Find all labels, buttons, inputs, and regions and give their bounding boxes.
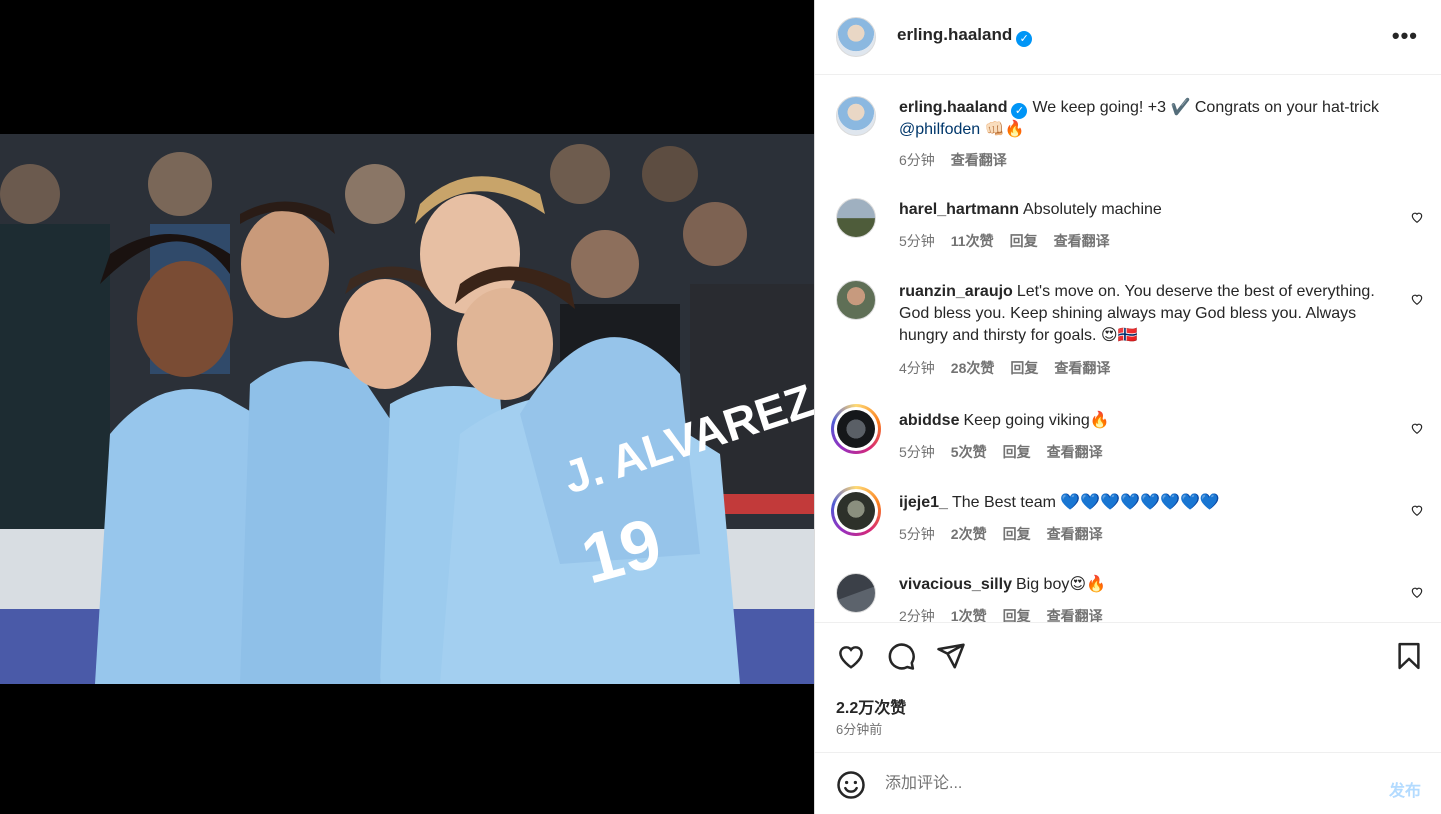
comment-meta: 2分钟 1次赞 回复 查看翻译 xyxy=(899,606,1119,622)
caption-emoji: 👊🏻🔥 xyxy=(984,121,1025,138)
reply-button[interactable]: 回复 xyxy=(1003,444,1031,460)
comment-body: Keep going viking🔥 xyxy=(963,412,1110,429)
comment-text: ijeje1_ The Best team 💙💙💙💙💙💙💙💙 xyxy=(899,492,1396,514)
more-options-icon[interactable]: ••• xyxy=(1392,25,1418,47)
comment-time: 2分钟 xyxy=(899,608,935,622)
comment-time: 5分钟 xyxy=(899,526,935,542)
comment-time: 4分钟 xyxy=(899,360,935,376)
comment-icon[interactable] xyxy=(886,641,916,671)
comment-avatar[interactable] xyxy=(836,198,876,238)
comment-likes[interactable]: 1次赞 xyxy=(951,608,987,622)
post-header: erling.haaland ✓ ••• xyxy=(815,0,1441,75)
heart-icon[interactable] xyxy=(1410,210,1424,224)
translate-button[interactable]: 查看翻译 xyxy=(1047,526,1103,542)
celebration-photo-illustration: J. ALVAREZ 19 xyxy=(0,134,814,684)
comment-meta: 5分钟 2次赞 回复 查看翻译 xyxy=(899,524,1119,544)
caption-author-avatar[interactable] xyxy=(836,96,876,136)
comment-username[interactable]: abiddse xyxy=(899,412,959,429)
comment-likes[interactable]: 28次赞 xyxy=(951,360,995,376)
comment-avatar[interactable] xyxy=(836,573,876,613)
caption-time[interactable]: 6分钟 xyxy=(899,152,935,168)
verified-badge-icon: ✓ xyxy=(1016,31,1033,47)
comment-time: 5分钟 xyxy=(899,444,935,460)
comment-body: Absolutely machine xyxy=(1023,201,1162,218)
comment-body: The Best team 💙💙💙💙💙💙💙💙 xyxy=(951,494,1220,511)
verified-badge-icon: ✓ xyxy=(1011,103,1028,119)
bookmark-icon[interactable] xyxy=(1394,641,1424,671)
reply-button[interactable]: 回复 xyxy=(1003,526,1031,542)
caption-author-username[interactable]: erling.haaland xyxy=(899,99,1007,116)
comment-input[interactable] xyxy=(885,767,1365,801)
post-side-panel: erling.haaland ✓ ••• erling.haaland ✓ We ke… xyxy=(814,0,1441,814)
comment-text: abiddse Keep going viking🔥 xyxy=(899,410,1396,432)
comment-meta: 5分钟 5次赞 回复 查看翻译 xyxy=(899,442,1119,462)
post-timestamp[interactable]: 6分钟前 xyxy=(836,719,882,738)
translate-button[interactable]: 查看翻译 xyxy=(1054,233,1110,249)
caption-meta: 6分钟 查看翻译 xyxy=(899,150,1023,170)
caption-text: erling.haaland ✓ We keep going! +3 ✔️ Cong… xyxy=(899,97,1396,141)
comment-composer: 发布 xyxy=(815,752,1441,814)
heart-icon[interactable] xyxy=(836,641,866,671)
comment-avatar[interactable] xyxy=(836,280,876,320)
translate-button[interactable]: 查看翻译 xyxy=(1054,360,1110,376)
comment-username[interactable]: ruanzin_araujo xyxy=(899,283,1013,300)
heart-icon[interactable] xyxy=(1410,585,1424,599)
share-icon[interactable] xyxy=(936,641,966,671)
caption-body: We keep going! +3 ✔️ Congrats on your ha… xyxy=(1032,99,1379,116)
comment-text: ruanzin_araujo Let's move on. You deserve… xyxy=(899,281,1396,347)
reply-button[interactable]: 回复 xyxy=(1003,608,1031,622)
author-avatar[interactable] xyxy=(836,17,876,57)
translate-button[interactable]: 查看翻译 xyxy=(1047,444,1103,460)
reply-button[interactable]: 回复 xyxy=(1010,233,1038,249)
story-ring[interactable] xyxy=(831,486,881,536)
comment-username[interactable]: ijeje1_ xyxy=(899,494,948,511)
comment-meta: 5分钟 11次赞 回复 查看翻译 xyxy=(899,231,1126,251)
post-comment-button[interactable]: 发布 xyxy=(1389,777,1421,801)
author-username-row[interactable]: erling.haaland ✓ xyxy=(897,25,1033,47)
comment-avatar xyxy=(837,492,875,530)
likes-count[interactable]: 2.2万次赞 xyxy=(836,694,906,718)
comment-text: vivacious_silly Big boy😍🔥 xyxy=(899,574,1396,596)
heart-icon[interactable] xyxy=(1410,421,1424,435)
comments-list[interactable]: erling.haaland ✓ We keep going! +3 ✔️ Cong… xyxy=(815,76,1441,622)
story-ring[interactable] xyxy=(831,404,881,454)
emoji-icon[interactable] xyxy=(836,770,866,800)
comment-text: harel_hartmann Absolutely machine xyxy=(899,199,1396,221)
comment-likes[interactable]: 2次赞 xyxy=(951,526,987,542)
post-photo[interactable]: J. ALVAREZ 19 xyxy=(0,134,814,684)
translate-button[interactable]: 查看翻译 xyxy=(1047,608,1103,622)
comment-meta: 4分钟 28次赞 回复 查看翻译 xyxy=(899,358,1126,378)
comment-time: 5分钟 xyxy=(899,233,935,249)
caption-mention[interactable]: @philfoden xyxy=(899,121,980,138)
heart-icon[interactable] xyxy=(1410,292,1424,306)
caption-translate[interactable]: 查看翻译 xyxy=(951,152,1007,168)
comment-body: Big boy😍🔥 xyxy=(1015,576,1106,593)
reply-button[interactable]: 回复 xyxy=(1010,360,1038,376)
post-actions: 2.2万次赞 6分钟前 xyxy=(815,622,1441,752)
comment-username[interactable]: vivacious_silly xyxy=(899,576,1012,593)
comment-likes[interactable]: 11次赞 xyxy=(951,233,994,249)
comment-avatar xyxy=(837,410,875,448)
post-media: J. ALVAREZ 19 xyxy=(0,0,814,814)
comment-username[interactable]: harel_hartmann xyxy=(899,201,1019,218)
heart-icon[interactable] xyxy=(1410,503,1424,517)
author-username[interactable]: erling.haaland xyxy=(897,25,1012,44)
comment-likes[interactable]: 5次赞 xyxy=(951,444,987,460)
